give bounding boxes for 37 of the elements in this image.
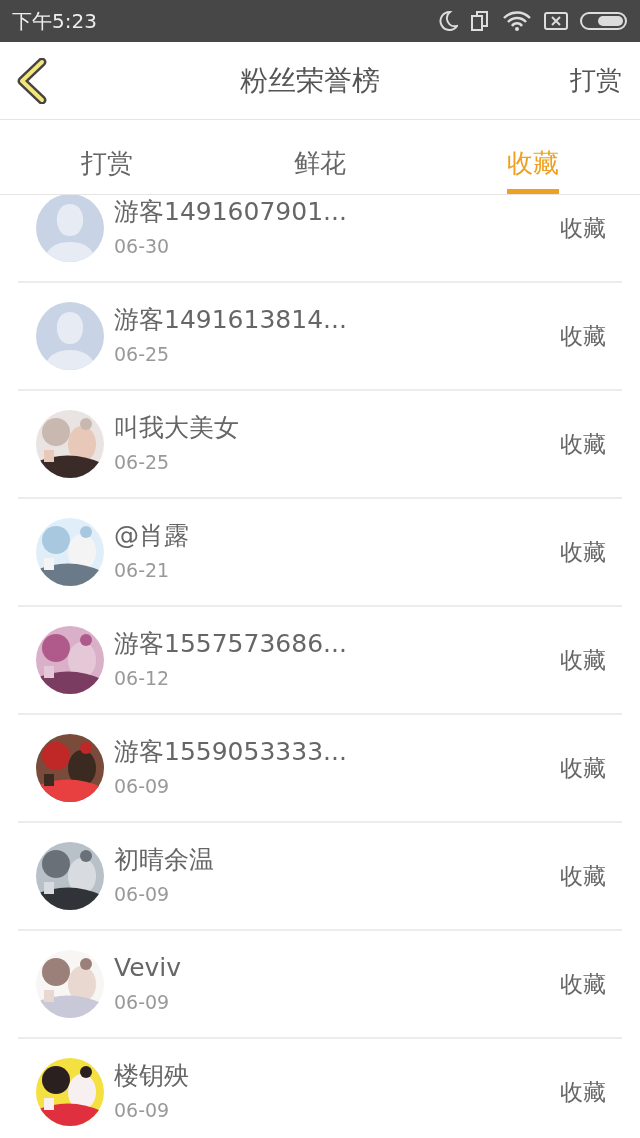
fan-action-label: 收藏 [560,321,606,351]
fan-date: 06-09 [114,1097,171,1123]
fan-name: 游客1557573686... [114,627,348,660]
fan-action-label: 收藏 [560,429,606,459]
fan-date: 06-12 [114,665,171,691]
fan-action-label: 收藏 [560,1077,606,1107]
fan-date: 06-30 [114,233,171,259]
fan-action-label: 收藏 [560,969,606,999]
fan-action-label: 收藏 [560,861,606,891]
no-sim-icon [544,10,568,32]
fan-name: 游客1491607901... [114,195,348,228]
fan-date: 06-25 [114,341,171,367]
fan-name: 初晴余温 [114,843,215,876]
fan-action-label: 收藏 [560,537,606,567]
fan-name: @肖露 [114,519,190,552]
battery-icon [580,10,628,32]
wifi-icon [502,10,532,32]
fan-date: 06-25 [114,449,171,475]
fan-date: 06-09 [114,881,171,907]
fan-date: 06-21 [114,557,171,583]
page-title: 粉丝荣誉榜 [240,62,380,99]
fan-action-label: 收藏 [560,213,606,243]
fan-action-label: 收藏 [560,753,606,783]
fan-action-label: 收藏 [560,645,606,675]
reward-button[interactable]: 打赏 [570,61,622,100]
tab[interactable]: 打赏 [80,144,133,194]
fan-name: 游客1491613814... [114,303,348,336]
moon-icon [438,10,458,32]
tab[interactable]: 鲜花 [294,144,346,194]
fan-name: Veviv [114,951,183,984]
fan-name: 楼钥殃 [114,1059,190,1092]
sim-icon [470,10,490,32]
fan-name: 游客1559053333... [114,735,348,768]
status-time: 下午5:23 [12,8,97,35]
fan-name: 叫我大美女 [114,411,240,444]
fan-date: 06-09 [114,989,171,1015]
fan-date: 06-09 [114,773,171,799]
